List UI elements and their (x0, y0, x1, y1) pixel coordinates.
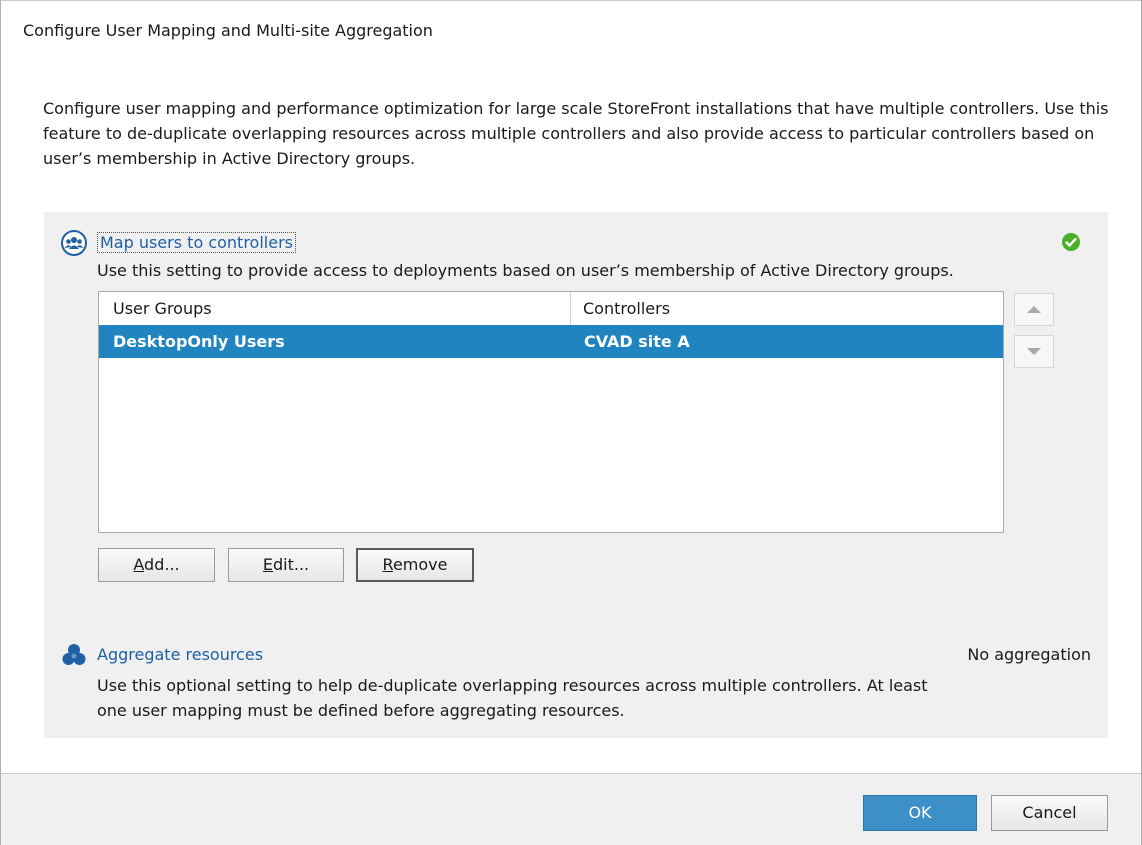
dialog-window: Configure User Mapping and Multi-site Ag… (0, 0, 1142, 845)
move-down-button[interactable] (1014, 335, 1054, 368)
aggregate-resources-link[interactable]: Aggregate resources (97, 645, 263, 664)
cell-controller: CVAD site A (584, 332, 690, 351)
add-mnemonic: A (133, 555, 145, 574)
settings-panel: Map users to controllers Use this settin… (44, 212, 1108, 738)
edit-button[interactable]: Edit... (228, 548, 344, 582)
column-header-controllers[interactable]: Controllers (571, 292, 1003, 325)
cell-user-group: DesktopOnly Users (113, 332, 285, 351)
table-header: User Groups Controllers (99, 292, 1003, 326)
table-row[interactable]: DesktopOnly Users CVAD site A (99, 325, 1003, 358)
aggregate-resources-icon (62, 644, 86, 665)
map-users-description: Use this setting to provide access to de… (97, 261, 954, 280)
top-border (1, 0, 1141, 1)
user-mapping-table: User Groups Controllers DesktopOnly User… (98, 291, 1004, 533)
map-users-to-controllers-link[interactable]: Map users to controllers (97, 232, 296, 253)
add-label: dd... (144, 555, 180, 574)
user-group-icon (61, 230, 87, 256)
edit-label: dit... (272, 555, 310, 574)
dialog-footer: OK Cancel (1, 774, 1141, 845)
remove-mnemonic: R (382, 555, 393, 574)
dialog-description: Configure user mapping and performance o… (43, 99, 1109, 168)
arrow-down-icon (1027, 348, 1041, 355)
check-circle-icon (1062, 233, 1080, 251)
aggregation-status: No aggregation (967, 645, 1091, 664)
remove-label: emove (392, 555, 448, 574)
add-button[interactable]: Add... (98, 548, 215, 582)
cancel-button[interactable]: Cancel (991, 795, 1108, 831)
arrow-up-icon (1027, 306, 1041, 313)
aggregate-description: Use this optional setting to help de-dup… (97, 676, 928, 720)
remove-button[interactable]: Remove (356, 548, 474, 582)
move-up-button[interactable] (1014, 293, 1054, 326)
edit-mnemonic: E (262, 555, 273, 574)
ok-button[interactable]: OK (863, 795, 977, 831)
dialog-title: Configure User Mapping and Multi-site Ag… (23, 21, 433, 40)
column-header-user-groups[interactable]: User Groups (99, 292, 571, 325)
